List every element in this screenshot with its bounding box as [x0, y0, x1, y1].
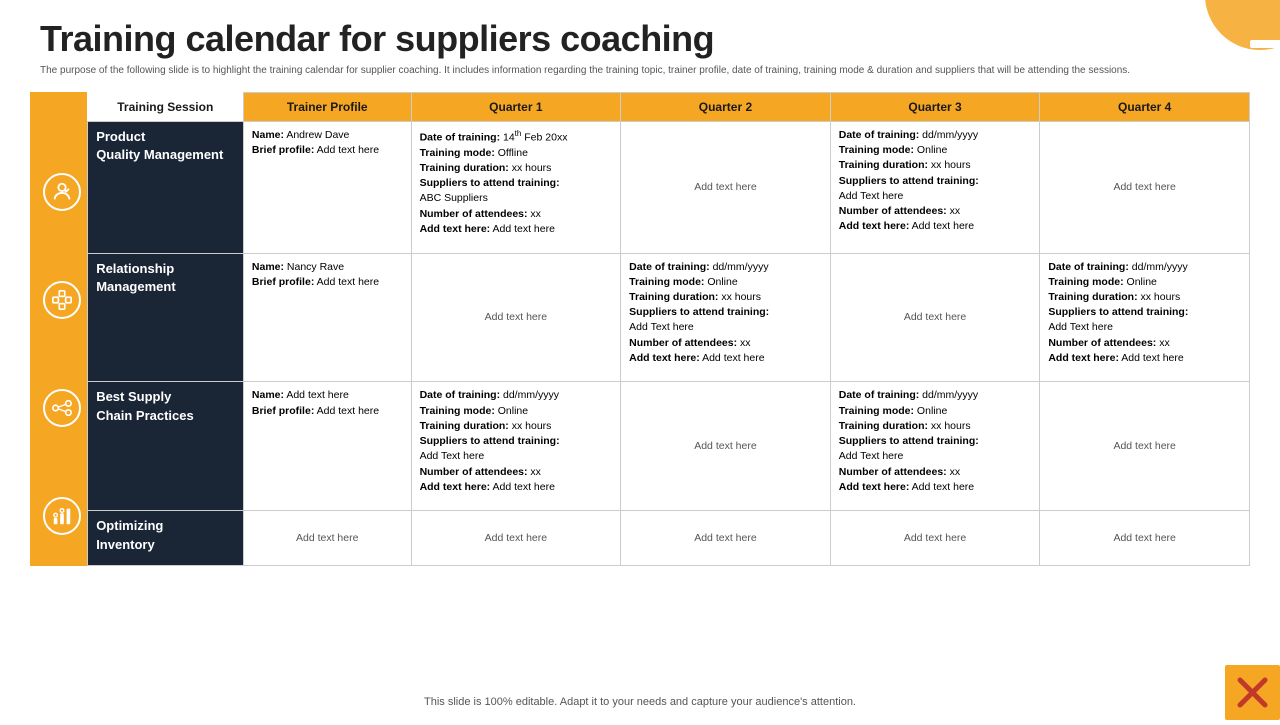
trainer-brief-label: Brief profile: [252, 144, 314, 156]
icon-supply-chain [38, 350, 88, 466]
table-wrapper: Training Session Trainer Profile Quarter… [30, 92, 1250, 566]
q1-relationship: Add text here [411, 253, 621, 382]
quarter3-header: Quarter 3 [830, 93, 1040, 122]
q4-supply-chain: Add text here [1040, 382, 1250, 511]
quarter1-header: Quarter 1 [411, 93, 621, 122]
q4-relationship: Date of training: dd/mm/yyyy Training mo… [1040, 253, 1250, 382]
trainer-name-label: Name: [252, 129, 284, 141]
trainer-supply-chain: Name: Add text here Brief profile: Add t… [243, 382, 411, 511]
q4-product-quality: Add text here [1040, 122, 1250, 254]
q3-product-quality: Date of training: dd/mm/yyyy Training mo… [830, 122, 1040, 254]
q3-relationship: Add text here [830, 253, 1040, 382]
row-relationship: RelationshipManagement Name: Nancy Rave … [88, 253, 1250, 382]
q3-inventory: Add text here [830, 511, 1040, 566]
q1-product-quality: Date of training: 14th Feb 20xx Training… [411, 122, 621, 254]
q3-supply-chain: Date of training: dd/mm/yyyy Training mo… [830, 382, 1040, 511]
icon-inventory [38, 466, 88, 566]
quarter2-header: Quarter 2 [621, 93, 831, 122]
quarter4-header: Quarter 4 [1040, 93, 1250, 122]
top-right-decoration [1190, 0, 1280, 65]
header-section: Training calendar for suppliers coaching… [0, 0, 1280, 84]
session-label-supply-chain: Best SupplyChain Practices [88, 382, 244, 511]
session-label-relationship: RelationshipManagement [88, 253, 244, 382]
subtitle-text: The purpose of the following slide is to… [40, 64, 1220, 78]
session-label-product-quality: ProductQuality Management [88, 122, 244, 254]
q2-inventory: Add text here [621, 511, 831, 566]
q1-supply-chain: Date of training: dd/mm/yyyy Training mo… [411, 382, 621, 511]
row-inventory: OptimizingInventory Add text here Add te… [88, 511, 1250, 566]
q1-inventory: Add text here [411, 511, 621, 566]
session-label-inventory: OptimizingInventory [88, 511, 244, 566]
bottom-note: This slide is 100% editable. Adapt it to… [0, 696, 1280, 708]
icon-relationship [38, 250, 88, 350]
q2-relationship: Date of training: dd/mm/yyyy Training mo… [621, 253, 831, 382]
trainer-product-quality: Name: Andrew Dave Brief profile: Add tex… [243, 122, 411, 254]
icons-sidebar [38, 92, 88, 566]
q2-supply-chain: Add text here [621, 382, 831, 511]
trainer-relationship: Name: Nancy Rave Brief profile: Add text… [243, 253, 411, 382]
bottom-right-decoration [1225, 665, 1280, 720]
trainer-profile-header: Trainer Profile [243, 93, 411, 122]
row-product-quality: ProductQuality Management Name: Andrew D… [88, 122, 1250, 254]
session-column-header: Training Session [88, 93, 244, 122]
row-supply-chain: Best SupplyChain Practices Name: Add tex… [88, 382, 1250, 511]
training-calendar-table: Training Session Trainer Profile Quarter… [87, 92, 1250, 566]
page-title: Training calendar for suppliers coaching [40, 18, 1240, 60]
icon-product-quality [38, 134, 88, 250]
q4-inventory: Add text here [1040, 511, 1250, 566]
q2-product-quality: Add text here [621, 122, 831, 254]
yellow-left-bar [30, 92, 38, 566]
trainer-inventory: Add text here [243, 511, 411, 566]
